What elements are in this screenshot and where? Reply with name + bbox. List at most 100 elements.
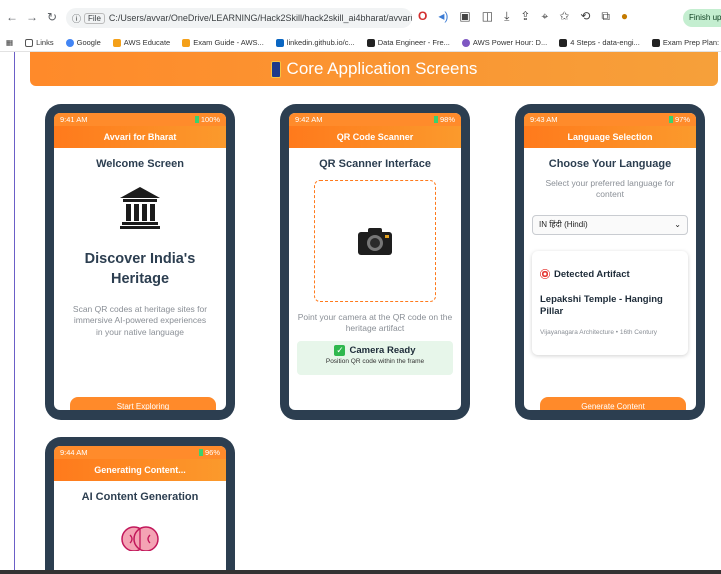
address-bar[interactable]: ⓘ File C:/Users/avvar/OneDrive/LEARNING/…: [66, 8, 412, 28]
artifact-label: Detected Artifact: [554, 268, 630, 280]
opera-extension-icon[interactable]: O: [418, 9, 427, 24]
forward-icon[interactable]: →: [24, 10, 40, 24]
profile-avatar-icon[interactable]: ●: [621, 9, 628, 24]
battery-level: 98%: [439, 115, 455, 124]
site-icon: [366, 38, 375, 47]
screen-title: AI Content Generation: [81, 491, 199, 503]
chevron-down-icon: ⌄: [674, 220, 681, 230]
camera-status-card: ✓ Camera Ready Position QR code within th…: [297, 340, 453, 375]
file-chip: File: [84, 12, 105, 24]
battery-level: 96%: [204, 448, 220, 457]
bookmark-linkedin[interactable]: linkedin.github.io/c...: [275, 38, 355, 47]
bookmark-aws-educate[interactable]: AWS Educate: [112, 38, 170, 47]
phone-language: 9:43 AM 97% Language Selection Choose Yo…: [515, 104, 705, 420]
apps-grid-icon[interactable]: ▦: [6, 38, 13, 47]
scan-frame[interactable]: [314, 180, 436, 302]
taskbar-edge: [0, 570, 721, 574]
battery-level: 97%: [674, 115, 690, 124]
target-icon: [540, 269, 550, 280]
google-icon: [65, 38, 74, 47]
status-bar: 9:41 AM 100%: [54, 113, 226, 126]
status-bar: 9:44 AM 96%: [54, 446, 226, 459]
button-label: Start Exploring: [116, 402, 170, 410]
location-icon[interactable]: ⌖: [541, 9, 548, 24]
phone-qr-scanner: 9:42 AM 98% QR Code Scanner QR Scanner I…: [280, 104, 470, 420]
hero-description: Scan QR codes at heritage sites for imme…: [72, 303, 208, 337]
bookmark-google[interactable]: Google: [65, 38, 101, 47]
artifact-card: Detected Artifact Lepakshi Temple - Hang…: [532, 251, 688, 355]
banner-title: Core Application Screens: [286, 59, 478, 78]
qr-screen: 9:42 AM 98% QR Code Scanner QR Scanner I…: [289, 113, 461, 410]
extension-icon[interactable]: ▣: [459, 9, 470, 24]
aws-icon: [461, 38, 470, 47]
status-time: 9:44 AM: [60, 448, 88, 457]
download-icon[interactable]: ⤓: [504, 9, 509, 24]
screen-title: Choose Your Language: [548, 158, 672, 170]
brain-icon: [54, 521, 226, 556]
screen-title: QR Scanner Interface: [319, 158, 431, 170]
app-header: Language Selection: [524, 126, 696, 148]
collections-icon[interactable]: ⧉: [601, 9, 610, 24]
welcome-screen: 9:41 AM 100% Avvari for Bharat Welcome S…: [54, 113, 226, 410]
history-icon[interactable]: ⟲: [580, 9, 590, 24]
app-header: QR Code Scanner: [289, 126, 461, 148]
bookmark-exam-guide[interactable]: Exam Guide - AWS...: [182, 38, 264, 47]
battery-icon: [433, 116, 438, 123]
battery-icon: [194, 116, 199, 123]
url-text: C:/Users/avvar/OneDrive/LEARNING/Hack2Sk…: [108, 13, 412, 23]
bookmark-aws-power-hour[interactable]: AWS Power Hour: D...: [461, 38, 547, 47]
page-border: [14, 52, 15, 574]
selected-language: IN हिंदी (Hindi): [539, 220, 588, 230]
camera-ready-subtitle: Position QR code within the frame: [325, 357, 425, 365]
artifact-meta: Vijayanagara Architecture • 16th Century: [540, 328, 658, 336]
battery-level: 100%: [200, 115, 220, 124]
bookmark-4-steps[interactable]: 4 Steps - data-engi...: [559, 38, 640, 47]
scan-hint: Point your camera at the QR code on the …: [297, 312, 453, 334]
start-exploring-button[interactable]: Start Exploring: [70, 397, 216, 410]
app-header: Generating Content...: [54, 459, 226, 481]
bookmark-data-engineer[interactable]: Data Engineer - Fre...: [366, 38, 450, 47]
read-aloud-icon[interactable]: ◂): [438, 9, 448, 24]
reload-icon[interactable]: ↻: [44, 10, 60, 24]
status-time: 9:42 AM: [295, 115, 323, 124]
screen-title: Welcome Screen: [96, 158, 184, 170]
info-icon[interactable]: ⓘ: [72, 12, 81, 25]
button-label: Generate Content: [581, 402, 645, 410]
favorites-icon[interactable]: ✩: [559, 9, 569, 24]
share-icon[interactable]: ⇪: [520, 9, 530, 24]
puzzle-icon[interactable]: ◫: [482, 9, 493, 24]
site-icon: [651, 38, 660, 47]
aws-icon: [182, 38, 191, 47]
phone-generating: 9:44 AM 96% Generating Content... AI Con…: [45, 437, 235, 574]
language-select[interactable]: IN हिंदी (Hindi) ⌄: [532, 214, 688, 235]
artifact-name: Lepakshi Temple - Hanging Pillar: [540, 293, 663, 318]
extension-icons: O ◂) ▣ ◫ ⤓ ⇪ ⌖ ✩ ⟲ ⧉ ●: [418, 9, 628, 24]
status-bar: 9:42 AM 98%: [289, 113, 461, 126]
hero-heading: Discover India's Heritage: [84, 251, 196, 288]
bookmarks-bar: ▦ Links Google AWS Educate Exam Guide - …: [0, 34, 721, 52]
camera-icon: [358, 228, 392, 255]
browser-toolbar: ← → ↻ ⓘ File C:/Users/avvar/OneDrive/LEA…: [0, 0, 721, 34]
section-banner: Core Application Screens: [30, 52, 718, 86]
check-icon: ✓: [334, 344, 346, 356]
folder-icon: [25, 38, 34, 47]
app-header: Avvari for Bharat: [54, 126, 226, 148]
phone-welcome: 9:41 AM 100% Avvari for Bharat Welcome S…: [45, 104, 235, 420]
temple-icon: [54, 184, 226, 235]
phone-icon: [270, 60, 281, 78]
site-icon: [559, 38, 568, 47]
bookmark-exam-prep[interactable]: Exam Prep Plan: Dat...: [651, 38, 721, 47]
generating-screen: 9:44 AM 96% Generating Content... AI Con…: [54, 446, 226, 574]
generate-content-button[interactable]: Generate Content: [540, 397, 686, 410]
language-description: Select your preferred language for conte…: [545, 178, 675, 200]
status-time: 9:43 AM: [530, 115, 558, 124]
status-time: 9:41 AM: [60, 115, 88, 124]
page-content: Core Application Screens 9:41 AM 100% Av…: [0, 52, 721, 574]
language-screen: 9:43 AM 97% Language Selection Choose Yo…: [524, 113, 696, 410]
finish-up-button[interactable]: Finish up: [683, 9, 721, 27]
bookmark-links[interactable]: Links: [25, 38, 54, 47]
battery-icon: [668, 116, 673, 123]
back-icon[interactable]: ←: [4, 10, 20, 24]
battery-icon: [198, 449, 203, 456]
aws-icon: [112, 38, 121, 47]
